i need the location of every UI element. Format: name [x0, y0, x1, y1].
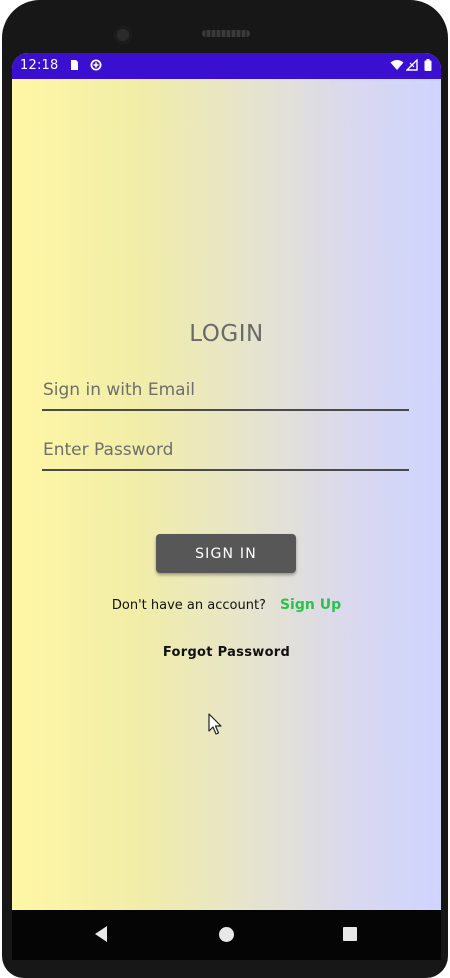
mouse-cursor-icon — [208, 713, 222, 735]
home-icon[interactable] — [219, 927, 234, 942]
forgot-password-link[interactable]: Forgot Password — [12, 645, 441, 660]
navigation-bar — [12, 910, 441, 960]
back-icon[interactable] — [95, 926, 107, 942]
page-title: LOGIN — [189, 321, 264, 347]
device-frame: 12:18 LOGIN Sign in with Email SIGN IN D… — [0, 0, 450, 978]
front-camera — [114, 26, 132, 44]
battery-icon — [424, 59, 432, 71]
password-field[interactable] — [42, 435, 410, 465]
phone-screen: 12:18 LOGIN Sign in with Email SIGN IN D… — [12, 53, 441, 910]
sign-in-button[interactable]: SIGN IN — [156, 534, 296, 573]
status-time: 12:18 — [20, 58, 59, 73]
signal-icon — [406, 59, 418, 71]
signup-prompt: Don't have an account? Sign Up — [12, 597, 441, 613]
earpiece-speaker — [202, 30, 250, 37]
phone-shell: 12:18 LOGIN Sign in with Email SIGN IN D… — [2, 0, 448, 978]
password-field-container — [42, 435, 410, 471]
wifi-icon — [390, 60, 404, 70]
data-saver-icon — [90, 59, 102, 71]
recents-icon[interactable] — [343, 927, 357, 941]
email-field[interactable] — [42, 375, 410, 405]
sim-card-icon — [71, 60, 78, 70]
no-account-text: Don't have an account? — [111, 598, 266, 613]
status-bar: 12:18 — [12, 53, 441, 79]
email-field-container — [42, 375, 410, 411]
login-screen: LOGIN SIGN IN Don't have an account? Sign… — [12, 79, 441, 910]
sign-up-link[interactable]: Sign Up — [280, 597, 341, 613]
